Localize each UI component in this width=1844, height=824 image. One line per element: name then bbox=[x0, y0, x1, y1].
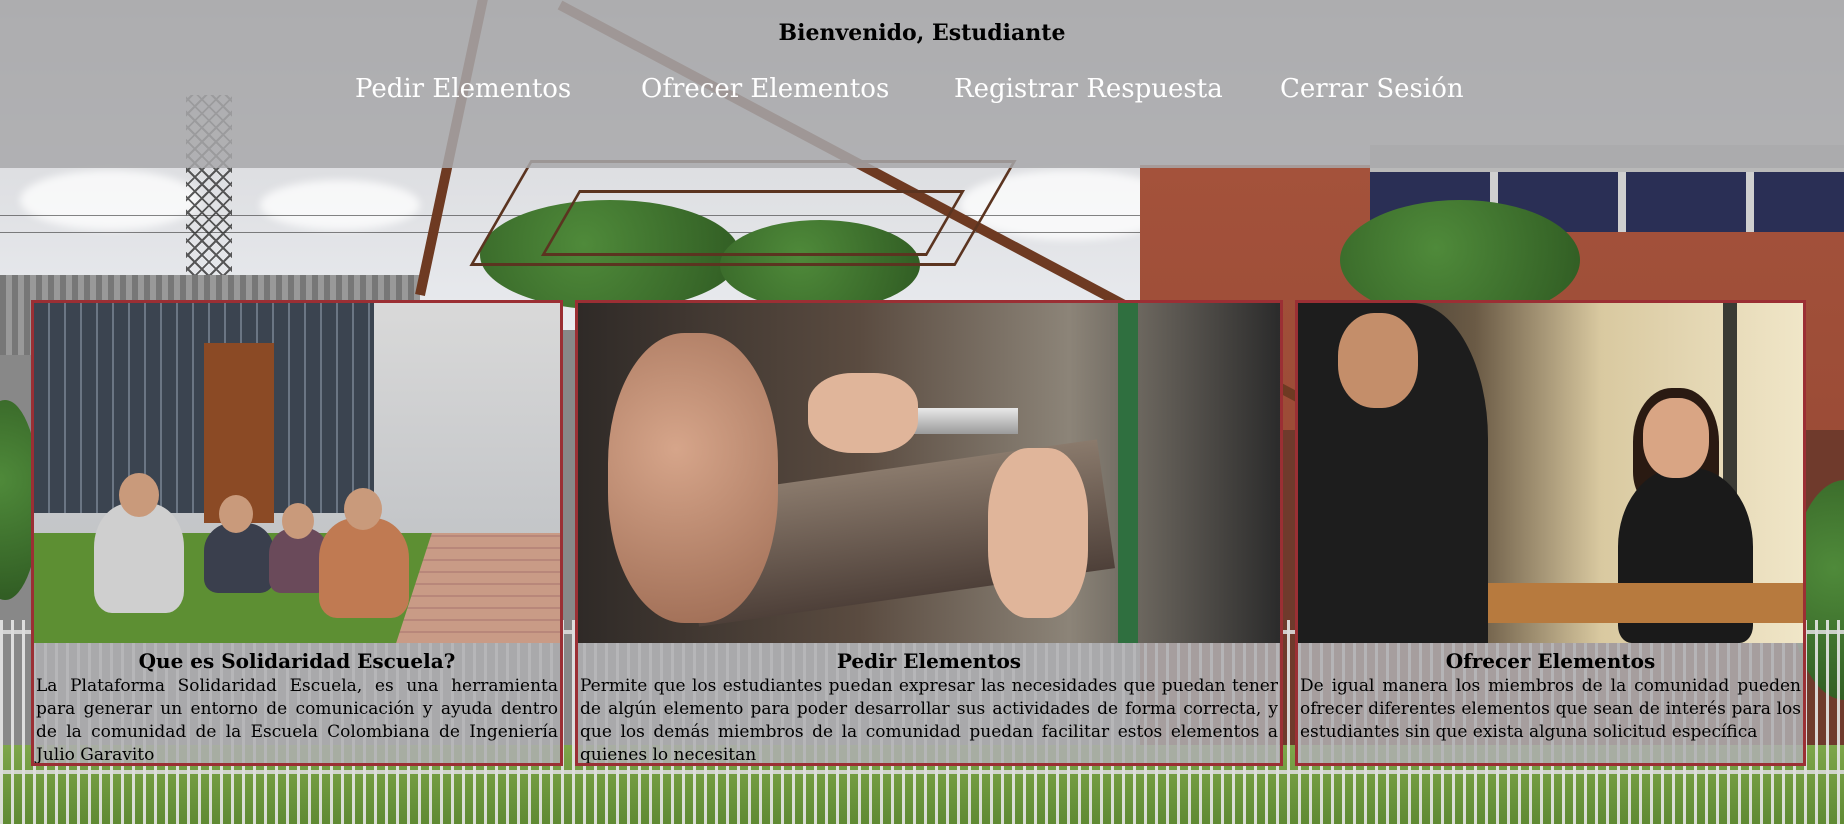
card-description: La Plataforma Solidaridad Escuela, es un… bbox=[36, 676, 558, 765]
info-card-ofrecer: Ofrecer Elementos De igual manera los mi… bbox=[1295, 300, 1806, 766]
top-header: Bienvenido, Estudiante Pedir Elementos O… bbox=[0, 0, 1844, 168]
card-title: Que es Solidaridad Escuela? bbox=[138, 649, 456, 673]
student bbox=[94, 503, 184, 613]
green-cable bbox=[1118, 303, 1138, 643]
student-face bbox=[608, 333, 778, 623]
cloud bbox=[20, 170, 200, 230]
nav-ofrecer-elementos[interactable]: Ofrecer Elementos bbox=[641, 74, 889, 104]
info-card-solidaridad: Que es Solidaridad Escuela? La Plataform… bbox=[31, 300, 563, 766]
card-caption: Pedir Elementos Permite que los estudian… bbox=[578, 643, 1280, 765]
caliper-workshop-photo bbox=[578, 303, 1280, 643]
man-head bbox=[1338, 313, 1418, 408]
card-caption: Que es Solidaridad Escuela? La Plataform… bbox=[34, 643, 560, 765]
welcome-message: Bienvenido, Estudiante bbox=[778, 20, 1066, 46]
card-title: Ofrecer Elementos bbox=[1445, 649, 1656, 673]
card-description: Permite que los estudiantes puedan expre… bbox=[580, 676, 1278, 765]
student bbox=[319, 518, 409, 618]
card-title: Pedir Elementos bbox=[836, 649, 1022, 673]
campus-students-photo bbox=[34, 303, 560, 643]
woman-head bbox=[1643, 398, 1709, 478]
cloud bbox=[260, 180, 420, 230]
card-description: De igual manera los miembros de la comun… bbox=[1300, 676, 1801, 742]
main-nav: Pedir Elementos Ofrecer Elementos Regist… bbox=[0, 74, 1844, 114]
office-meeting-photo bbox=[1298, 303, 1803, 643]
pergola-grid bbox=[540, 190, 966, 256]
fence-rail bbox=[0, 770, 1844, 774]
hand bbox=[988, 448, 1088, 618]
card-caption: Ofrecer Elementos De igual manera los mi… bbox=[1298, 643, 1803, 763]
hand bbox=[808, 373, 918, 453]
student-head bbox=[344, 488, 382, 530]
nav-cerrar-sesion[interactable]: Cerrar Sesión bbox=[1280, 74, 1464, 104]
student-head bbox=[219, 495, 253, 533]
info-card-pedir: Pedir Elementos Permite que los estudian… bbox=[575, 300, 1283, 766]
nav-registrar-respuesta[interactable]: Registrar Respuesta bbox=[954, 74, 1223, 104]
nav-pedir-elementos[interactable]: Pedir Elementos bbox=[355, 74, 571, 104]
student-head bbox=[282, 503, 314, 539]
student-head bbox=[119, 473, 159, 517]
student bbox=[204, 523, 274, 593]
